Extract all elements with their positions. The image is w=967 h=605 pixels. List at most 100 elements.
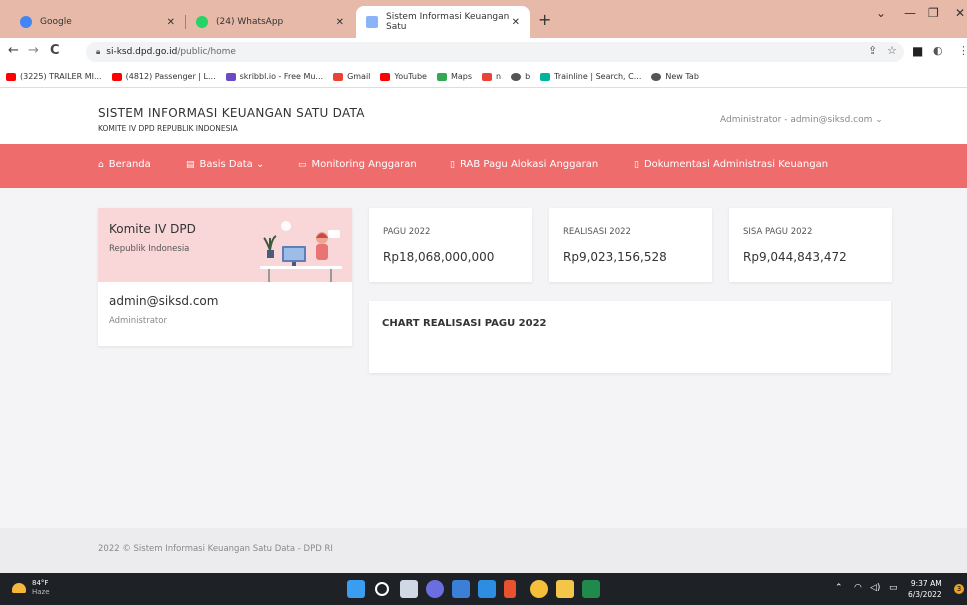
bookmark-item[interactable]: skribbl.io - Free Mu... — [225, 72, 323, 81]
profile-card: Komite IV DPD Republik Indonesia admin@s… — [98, 208, 352, 346]
taskbar: 84°F Haze ⌃ ◠ ◁) ▭ 9:37 AM 6/3/2022 3 — [0, 573, 967, 605]
teams-chat-icon[interactable] — [426, 580, 444, 598]
nav-label: Basis Data — [199, 159, 253, 170]
restore-icon[interactable]: ❐ — [928, 6, 939, 20]
stat-label: SISA PAGU 2022 — [743, 227, 813, 237]
app-title[interactable]: SISTEM INFORMASI KEUANGAN SATU DATA — [98, 106, 365, 120]
chevron-down-icon: ⌄ — [875, 115, 883, 125]
bookmark-label: New Tab — [665, 72, 699, 81]
weather-icon — [12, 583, 26, 593]
bookmark-item[interactable]: (3225) TRAILER MI... — [6, 72, 102, 81]
wifi-icon[interactable]: ◠ — [854, 583, 862, 593]
page-footer: 2022 © Sistem Informasi Keuangan Satu Da… — [0, 528, 967, 573]
reload-icon[interactable]: C — [50, 43, 60, 58]
document-icon: ▯ — [450, 160, 455, 170]
file-explorer-icon[interactable] — [556, 580, 574, 598]
nav-item-monitoring-anggaran[interactable]: ▭ Monitoring Anggaran — [298, 159, 417, 170]
system-clock[interactable]: 9:37 AM 6/3/2022 — [908, 578, 942, 600]
nav-item-basis-data[interactable]: ▤ Basis Data ⌄ — [186, 159, 264, 170]
temperature: 84°F — [32, 579, 49, 587]
maps-icon — [436, 72, 447, 81]
nav-item-beranda[interactable]: ⌂ Beranda — [98, 159, 151, 170]
stat-value: Rp18,068,000,000 — [383, 250, 495, 264]
youtube-icon — [380, 72, 391, 81]
stat-card-pagu: PAGU 2022 Rp18,068,000,000 — [369, 208, 532, 282]
extension-icon[interactable]: ■ — [912, 44, 923, 58]
gmail-icon — [482, 72, 492, 81]
monitor-icon: ▭ — [298, 160, 307, 170]
gmail-icon — [333, 72, 344, 81]
share-icon[interactable]: ⇪ — [868, 44, 877, 57]
database-icon: ▤ — [186, 160, 195, 170]
browser-tab-active[interactable]: Sistem Informasi Keuangan Satu ✕ — [356, 6, 530, 38]
excel-icon[interactable] — [582, 580, 600, 598]
stat-label: REALISASI 2022 — [563, 227, 631, 237]
profile-card-header: Komite IV DPD Republik Indonesia — [98, 208, 352, 282]
bookmark-item[interactable]: Trainline | Search, C... — [540, 72, 641, 81]
volume-icon[interactable]: ◁) — [870, 583, 880, 593]
bookmark-label: n — [496, 72, 502, 81]
url-host: si-ksd.dpd.go.id — [106, 47, 178, 57]
task-view-icon[interactable] — [400, 580, 418, 598]
weather-widget[interactable]: 84°F Haze — [12, 579, 50, 597]
profile-email: admin@siksd.com — [109, 294, 219, 308]
windows-start-icon[interactable] — [347, 580, 365, 598]
nav-item-rab-pagu[interactable]: ▯ RAB Pagu Alokasi Anggaran — [450, 159, 598, 170]
tab-search-icon[interactable]: ⌄ — [876, 6, 886, 20]
profile-title: Komite IV DPD — [109, 222, 196, 236]
close-icon[interactable]: ✕ — [336, 17, 344, 28]
browser-tab-whatsapp[interactable]: (24) WhatsApp ✕ — [186, 6, 354, 38]
profile-role: Administrator — [109, 316, 167, 326]
stat-card-sisa-pagu: SISA PAGU 2022 Rp9,044,843,472 — [729, 208, 892, 282]
widgets-icon[interactable] — [452, 580, 470, 598]
home-icon: ⌂ — [98, 160, 104, 170]
user-menu[interactable]: Administrator - admin@siksd.com ⌄ — [720, 115, 883, 125]
forward-arrow-icon[interactable]: → — [28, 43, 39, 58]
back-arrow-icon[interactable]: ← — [8, 43, 19, 58]
bookmark-item[interactable]: n — [482, 72, 501, 81]
profile-avatar-icon[interactable]: ◐ — [933, 44, 943, 57]
clock-date: 6/3/2022 — [908, 590, 942, 599]
window-close-icon[interactable]: ✕ — [955, 6, 965, 20]
bookmark-item[interactable]: (4812) Passenger | L... — [111, 72, 216, 81]
search-icon[interactable] — [375, 582, 389, 596]
youtube-icon — [111, 72, 122, 81]
app-header: SISTEM INFORMASI KEUANGAN SATU DATA KOMI… — [0, 88, 967, 144]
workspace-illustration — [260, 221, 342, 282]
nav-label: RAB Pagu Alokasi Anggaran — [459, 159, 599, 170]
app-subtitle: KOMITE IV DPD REPUBLIK INDONESIA — [98, 124, 238, 133]
bookmark-label: YouTube — [394, 72, 427, 81]
bookmark-star-icon[interactable]: ☆ — [887, 44, 897, 57]
notification-badge[interactable]: 3 — [954, 584, 964, 594]
browser-tab-google[interactable]: Google ✕ — [10, 6, 186, 38]
bookmark-item[interactable]: YouTube — [380, 72, 427, 81]
stat-value: Rp9,044,843,472 — [743, 250, 847, 264]
bookmark-label: Maps — [450, 72, 472, 81]
stat-value: Rp9,023,156,528 — [563, 250, 667, 264]
menu-dots-icon[interactable]: ⋮ — [958, 44, 967, 57]
tab-title: (24) WhatsApp — [216, 17, 284, 27]
minimize-icon[interactable]: — — [904, 6, 916, 20]
bookmark-item[interactable]: Maps — [436, 72, 472, 81]
close-icon[interactable]: ✕ — [512, 17, 520, 28]
bookmark-item[interactable]: New Tab — [651, 72, 699, 81]
nav-label: Monitoring Anggaran — [311, 159, 417, 170]
chrome-icon[interactable] — [530, 580, 548, 598]
tab-title: Sistem Informasi Keuangan Satu — [386, 12, 510, 32]
whatsapp-icon — [196, 16, 208, 28]
battery-icon[interactable]: ▭ — [889, 583, 898, 593]
chart-card: CHART REALISASI PAGU 2022 — [369, 301, 891, 373]
close-icon[interactable]: ✕ — [167, 17, 175, 28]
chevron-down-icon: ⌄ — [255, 159, 265, 170]
skribbl-icon — [225, 72, 236, 81]
store-icon[interactable] — [478, 580, 496, 598]
bookmark-item[interactable]: Gmail — [333, 72, 370, 81]
bookmark-item[interactable]: b — [511, 72, 530, 81]
chevron-up-icon[interactable]: ⌃ — [835, 583, 843, 593]
nav-item-dokumentasi[interactable]: ▯ Dokumentasi Administrasi Keuangan — [634, 159, 828, 170]
bookmark-label: Gmail — [347, 72, 371, 81]
new-tab-button[interactable]: + — [538, 10, 551, 29]
address-bar[interactable]: 🔒︎ si-ksd.dpd.go.id/public/home — [86, 42, 904, 62]
office-icon[interactable] — [504, 580, 516, 598]
url-path: /public/home — [177, 47, 236, 57]
